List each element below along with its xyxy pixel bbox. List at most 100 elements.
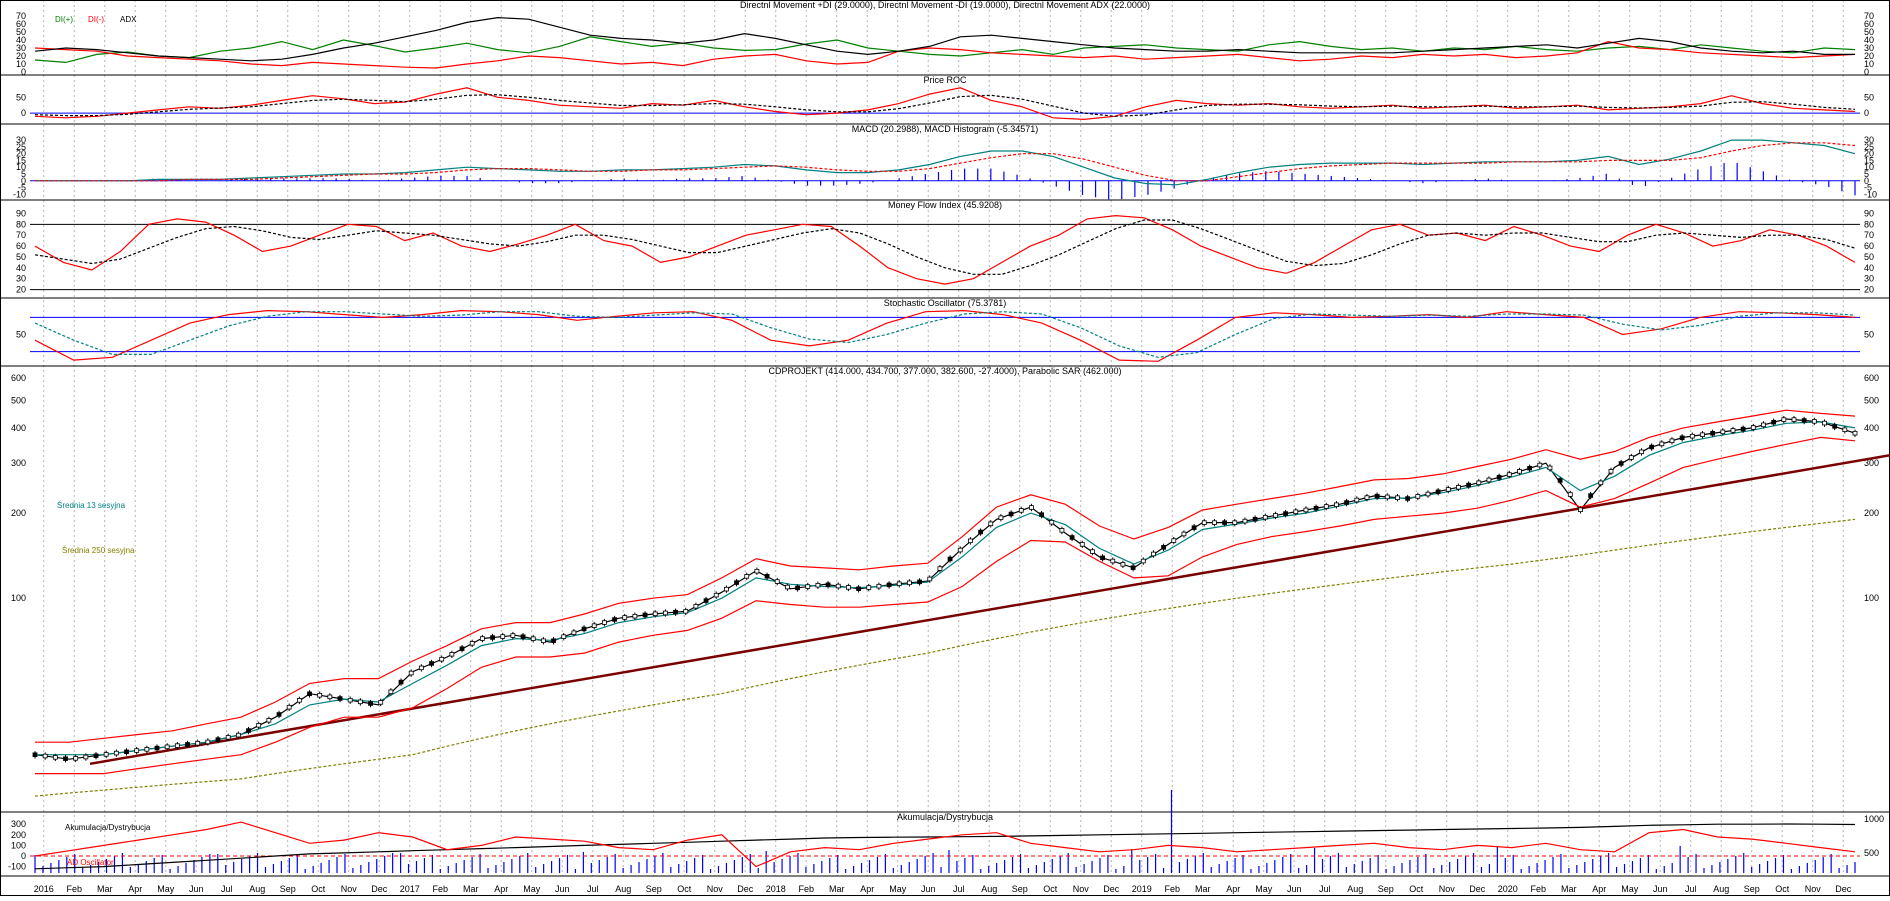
candle-body [1608, 469, 1614, 474]
candle-body [1456, 484, 1461, 490]
x-tick-label: Jul [953, 884, 965, 894]
candle-body [235, 732, 241, 738]
x-tick-label: Apr [494, 884, 508, 894]
candle-body [1201, 520, 1207, 525]
series-line [34, 518, 1856, 797]
candle-body [246, 728, 251, 733]
candle-body [642, 612, 648, 618]
candle-body [1405, 496, 1411, 501]
candle-body [1161, 545, 1167, 550]
x-tick-label: May [1255, 884, 1273, 894]
candle-body [1151, 551, 1156, 557]
series-line [35, 421, 1856, 756]
x-tick-label: Dec [737, 884, 754, 894]
candle-body [276, 712, 282, 717]
x-tick-label: Nov [707, 884, 724, 894]
candle-body [1710, 431, 1716, 436]
x-tick-label: Nov [1805, 884, 1822, 894]
candle-body [937, 566, 943, 571]
candle-body [103, 752, 109, 757]
candle-body [652, 611, 658, 617]
candle-body [1334, 502, 1339, 507]
candle-body [357, 699, 363, 705]
x-tick-label: Jun [1653, 884, 1668, 894]
candle-body [205, 739, 211, 745]
candle-body [662, 610, 668, 616]
x-tick-label: May [889, 884, 907, 894]
candle-body [601, 620, 607, 625]
candle-body [490, 635, 495, 640]
candle-body [1059, 528, 1065, 533]
candle-body [1100, 555, 1105, 561]
candle-body [1039, 512, 1044, 517]
panel-title: Directnl Movement +DI (29.0000), Directn… [740, 0, 1150, 10]
chart-workspace: 2016 Feb Mar Apr May Jun Jul Aug Sep Oct Nov Dec 201… [0, 0, 1890, 896]
x-tick-label: Aug [1713, 884, 1729, 894]
candle-body [398, 679, 404, 685]
candle-body [73, 756, 79, 761]
candle-body [337, 696, 343, 701]
candle-body [1130, 565, 1136, 570]
x-tick-label: Sep [280, 884, 296, 894]
candle-body [1171, 538, 1177, 543]
candle-body [1049, 519, 1055, 525]
candle-body [968, 538, 973, 544]
candle-body [286, 704, 292, 710]
technical-analysis-chart[interactable]: 2016 Feb Mar Apr May Jun Jul Aug Sep Oct Nov Dec 201… [0, 0, 1890, 896]
x-tick-label: Mar [829, 884, 845, 894]
candle-body [1415, 494, 1421, 499]
x-tick-label: Jul [587, 884, 599, 894]
y-tick-label-right: 30 [1864, 135, 1874, 145]
y-tick-label-right: 30 [1864, 274, 1874, 284]
candle-body [1466, 482, 1472, 488]
y-tick-label-left: 200 [11, 508, 26, 518]
candle-body [439, 656, 445, 662]
y-tick-label-left: 40 [16, 263, 26, 273]
y-tick-label-left: 50 [16, 330, 26, 340]
candle-body [459, 646, 465, 651]
x-tick-label: 2016 [34, 884, 54, 894]
y-tick-label-left: 70 [16, 11, 26, 21]
candle-body [500, 634, 506, 639]
candle-body [957, 547, 963, 553]
candle-body [1791, 417, 1797, 422]
candle-body [134, 748, 140, 753]
candle-body [1750, 425, 1756, 430]
candle-body [988, 521, 994, 527]
candle-body [1842, 427, 1848, 432]
candle-body [1181, 531, 1187, 537]
candle-body [571, 630, 577, 635]
panel-title: CDPROJEKT (414.000, 434.700, 377.000, 38… [768, 366, 1121, 376]
candle-body [52, 755, 58, 760]
candle-body [1120, 562, 1126, 567]
candle-body [540, 638, 546, 643]
x-tick-label: Feb [1164, 884, 1180, 894]
candle-body [866, 585, 872, 590]
candle-body [622, 615, 628, 620]
candle-body [1588, 493, 1594, 498]
candle-body [754, 568, 760, 574]
y-tick-label-left: 500 [11, 395, 26, 405]
candle-body [591, 623, 597, 628]
y-tick-label-left: 600 [11, 373, 26, 383]
series-line [34, 821, 1856, 868]
series-line [35, 139, 1856, 186]
y-tick-label-right: 0 [1864, 108, 1869, 118]
x-tick-label: May [157, 884, 175, 894]
candle-body [154, 745, 160, 751]
y-tick-label-left: -100 [8, 862, 26, 872]
y-tick-label-right: 50 [1864, 330, 1874, 340]
x-tick-label: Sep [1378, 884, 1394, 894]
y-tick-label-right: 100 [1864, 593, 1879, 603]
candle-body [1639, 449, 1644, 455]
candle-body [1669, 438, 1675, 444]
x-tick-label: Oct [1043, 884, 1058, 894]
x-tick-label: Mar [463, 884, 479, 894]
candle-body [1222, 520, 1228, 525]
candle-body [469, 641, 475, 646]
candle-body [815, 582, 821, 588]
x-tick-label: Apr [1226, 884, 1240, 894]
y-tick-label-right: 70 [1864, 11, 1874, 21]
y-tick-label-left: 50 [16, 252, 26, 262]
candle-body [164, 744, 170, 750]
